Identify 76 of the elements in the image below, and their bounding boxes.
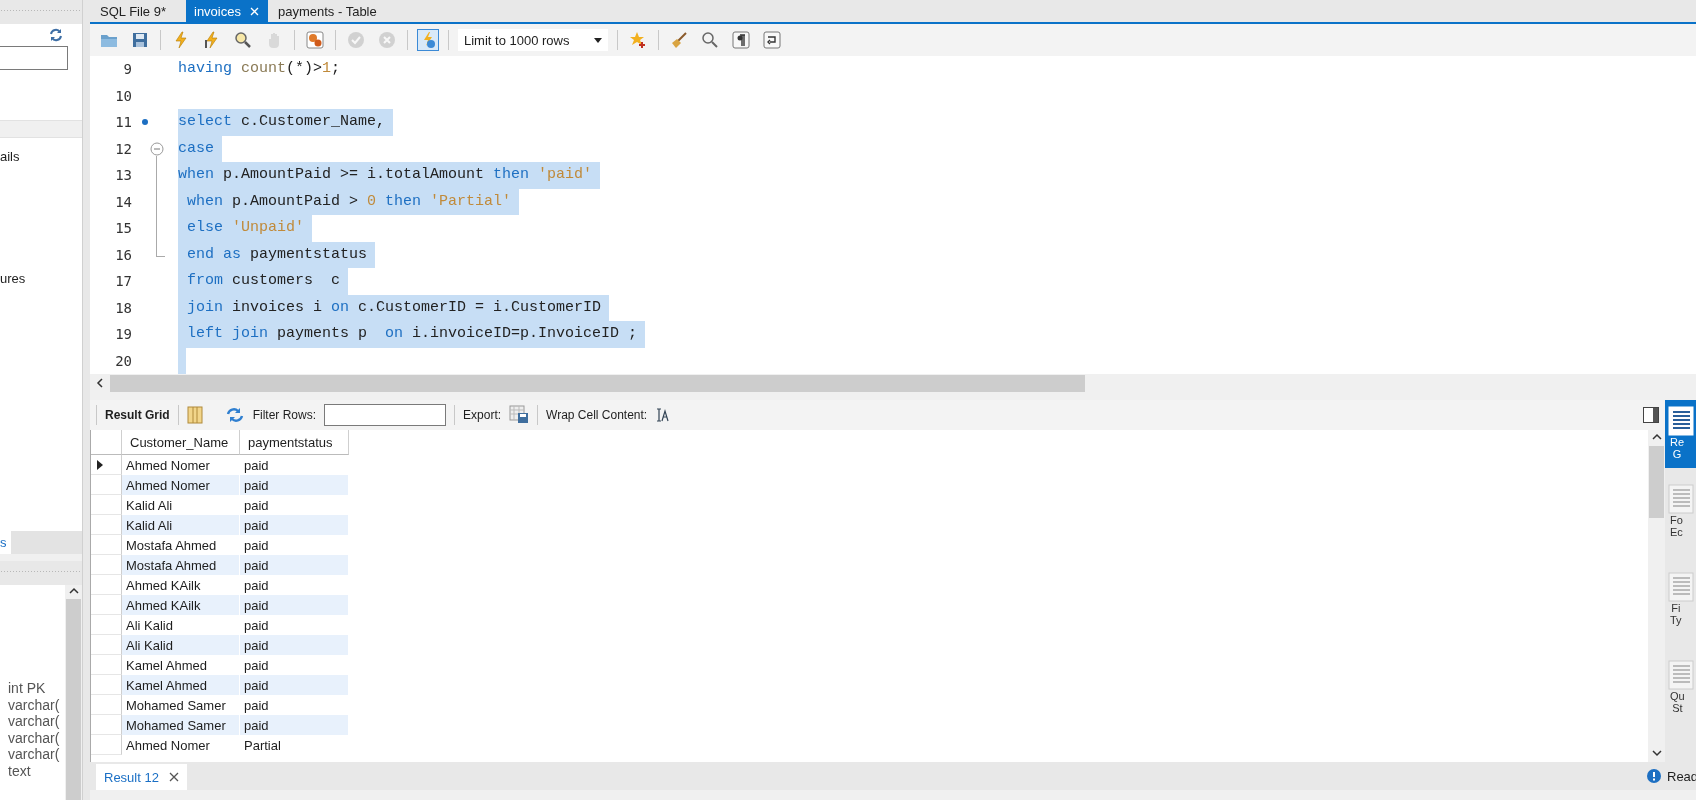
line-number: 15 (114, 220, 132, 237)
close-icon (248, 5, 260, 17)
toggle-icon[interactable] (417, 29, 439, 51)
column-type: int PK (8, 680, 47, 697)
column-type: varchar( (8, 729, 61, 746)
scrollbar-thumb[interactable] (66, 599, 81, 800)
export-label: Export: (463, 408, 502, 422)
panel-toggle-icon[interactable] (1643, 407, 1659, 423)
refresh-icon (224, 406, 245, 424)
filter-label: Filter Rows: (252, 408, 317, 422)
side-panel-item[interactable]: Fi Ty (1665, 566, 1696, 644)
scrollbar[interactable] (1648, 430, 1665, 762)
line-number: 14 (114, 193, 132, 210)
wrap-label: Wrap Cell Content: (546, 408, 648, 422)
tree-item[interactable]: ures (0, 270, 82, 288)
table-cell: paid (240, 515, 349, 535)
table-cell: Kalid Ali (122, 515, 240, 535)
table-cell: paid (240, 475, 349, 495)
grid-columns-icon (186, 406, 203, 424)
table-cell: paid (240, 715, 349, 735)
current-row-icon (97, 459, 103, 470)
code-line: having count(*)>1; (178, 59, 342, 79)
panel-tab[interactable]: s (0, 531, 11, 554)
line-number: 13 (114, 167, 132, 184)
editor-tab[interactable]: SQL File 9* (90, 0, 176, 22)
table-cell: paid (240, 555, 349, 575)
info-icon (1647, 769, 1661, 783)
column-type: varchar( (8, 696, 61, 713)
line-number: 19 (114, 326, 132, 343)
result-grid-tab[interactable]: Result Grid (105, 408, 170, 422)
side-panel-item[interactable]: Qu St (1665, 654, 1696, 732)
line-number: 16 (114, 246, 132, 263)
wrap-text-icon (655, 407, 670, 423)
refresh-icon (48, 27, 64, 43)
export-icon (509, 405, 530, 425)
scrollbar-thumb[interactable] (110, 374, 1085, 392)
table-cell: paid (240, 675, 349, 695)
line-number: 9 (122, 61, 132, 78)
search-field[interactable] (0, 46, 68, 70)
editor-tab[interactable]: payments - Table (267, 0, 387, 22)
table-cell: Ahmed Nomer (122, 475, 240, 495)
line-number: 11 (114, 114, 132, 131)
editor-tab[interactable]: invoices (186, 0, 268, 22)
result-tab[interactable]: Result 12 (96, 764, 187, 790)
column-type: text (8, 762, 32, 779)
line-number: 12 (114, 140, 132, 157)
line-number: 20 (114, 352, 132, 369)
wrap-icon[interactable] (761, 29, 783, 51)
table-cell: Ahmed KAilk (122, 595, 240, 615)
table-cell: Mostafa Ahmed (122, 555, 240, 575)
fold-icon[interactable] (150, 141, 164, 156)
table-cell: Ali Kalid (122, 635, 240, 655)
scroll-left-icon (95, 377, 105, 389)
table-cell: paid (240, 595, 349, 615)
line-number: 10 (114, 87, 132, 104)
code-editor[interactable] (90, 56, 1696, 374)
limit-dropdown[interactable]: Limit to 1000 rows (458, 29, 608, 51)
line-number: 18 (114, 299, 132, 316)
side-panel-item[interactable]: Re G (1665, 400, 1696, 468)
scrollbar[interactable] (65, 585, 82, 800)
tree-item[interactable]: ails (0, 148, 82, 166)
document-icon (1668, 406, 1694, 436)
column-type: varchar( (8, 713, 61, 730)
pilcrow-icon[interactable] (730, 29, 752, 51)
side-panel-item[interactable]: Fo Ec (1665, 478, 1696, 556)
column-type: varchar( (8, 746, 61, 763)
line-number: 17 (114, 273, 132, 290)
gear-icon[interactable] (304, 29, 326, 51)
filter-field[interactable] (324, 404, 447, 426)
table-cell: Kamel Ahmed (122, 675, 240, 695)
table-cell: Mohamed Samer (122, 715, 240, 735)
scrollbar-thumb[interactable] (1649, 446, 1664, 518)
table-cell: paid (240, 635, 349, 655)
close-icon (168, 772, 179, 782)
row-header[interactable] (91, 455, 122, 475)
caret-icon (594, 37, 602, 43)
